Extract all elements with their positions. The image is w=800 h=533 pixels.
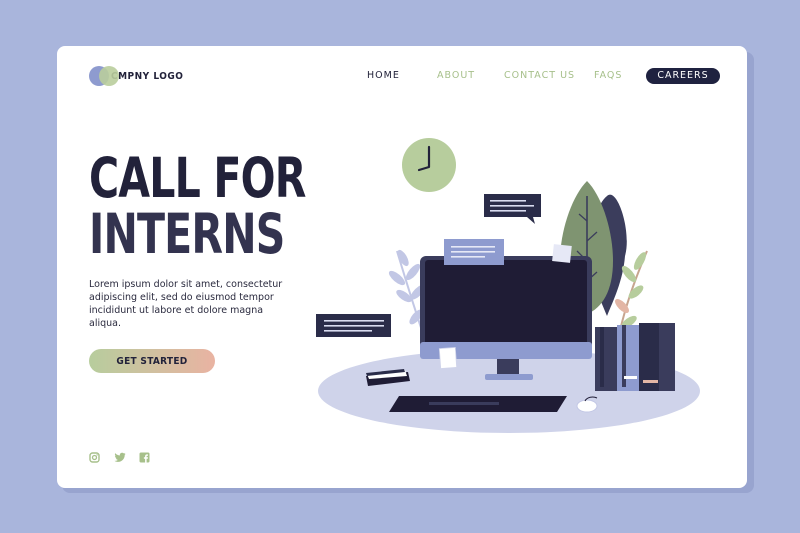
landing-card: CMPNY LOGO HOME ABOUT CONTACT US FAQS CA… bbox=[57, 46, 747, 488]
chat-bubble-left-icon bbox=[316, 314, 391, 337]
clock-icon bbox=[402, 138, 456, 192]
binders-icon bbox=[595, 323, 675, 391]
keyboard-icon bbox=[389, 396, 567, 412]
office-illustration bbox=[316, 138, 700, 433]
chat-bubble-icon bbox=[484, 194, 541, 224]
computer-monitor-icon bbox=[420, 239, 592, 380]
